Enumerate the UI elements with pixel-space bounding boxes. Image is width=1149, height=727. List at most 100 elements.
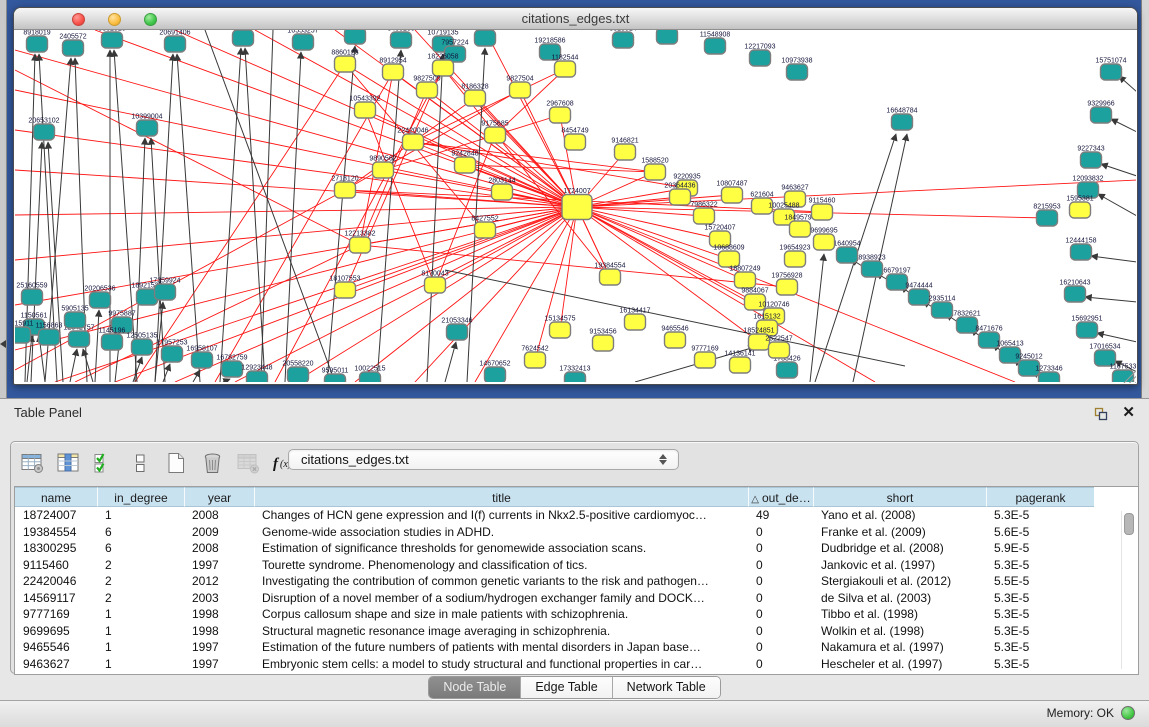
graph-node[interactable]: 19654923 [779,245,810,268]
graph-node[interactable]: 2522547 [765,336,792,359]
network-canvas[interactable]: 8918019240557298623202069140615272502105… [15,30,1136,382]
graph-node[interactable]: 9465546 [661,326,688,349]
graph-node[interactable]: 9595011 [322,368,349,383]
graph-node[interactable]: 9777169 [691,346,718,369]
graph-node[interactable]: 12217093 [744,44,775,67]
graph-node[interactable]: 9827509 [413,76,440,99]
splitter-arrow-icon[interactable] [0,340,6,348]
scrollbar-thumb[interactable] [1124,513,1134,535]
graph-node[interactable]: 12125492 [651,30,682,44]
graph-node[interactable]: 18107553 [329,276,360,299]
graph-node[interactable]: 10688609 [713,245,744,268]
row-selection-icon[interactable] [91,450,118,476]
graph-node[interactable]: 1273346 [1035,366,1062,383]
graph-node[interactable]: 5905135 [61,306,88,329]
close-panel-icon[interactable]: ✕ [1122,403,1135,421]
table-row[interactable]: 977716911998Corpus callosum shape and si… [15,606,1138,623]
graph-node[interactable]: 25160559 [16,283,47,306]
rows-icon[interactable] [127,450,154,476]
table-row[interactable]: 1830029562008Estimation of significance … [15,540,1138,557]
float-window-icon[interactable] [1093,406,1109,422]
graph-node[interactable]: 1145196 [99,328,126,351]
graph-node[interactable]: 17957253 [156,340,187,363]
table-row[interactable]: 1938455462009Genome-wide association stu… [15,524,1138,541]
network-frame-titlebar[interactable]: citations_edges.txt [14,8,1137,30]
graph-node[interactable]: 9827504 [506,76,533,99]
table-row[interactable]: 969969511998Structural magnetic resonanc… [15,623,1138,640]
graph-node[interactable]: 12444158 [1065,238,1096,261]
column-header-short[interactable]: short [813,487,986,507]
table-row[interactable]: 946362711997Embryonic stem cells: a mode… [15,656,1138,673]
column-header-title[interactable]: title [254,487,748,507]
graph-node[interactable]: 10543392 [349,96,380,119]
table-selector-dropdown[interactable]: citations_edges.txt [288,449,679,470]
network-graph[interactable]: 8918019240557298623202069140615272502105… [15,30,1136,382]
graph-node[interactable]: 18226058 [427,54,458,77]
graph-node[interactable]: 8215953 [1033,204,1060,227]
graph-node[interactable]: 19756928 [771,273,802,296]
column-header-year[interactable]: year [184,487,254,507]
graph-node[interactable]: 8427552 [471,216,498,239]
table-row[interactable]: 911546021997Tourette syndrome. Phenomeno… [15,557,1138,574]
graph-node[interactable]: 9175685 [481,121,508,144]
table-row[interactable]: 1456911722003Disruption of a novel membe… [15,590,1138,607]
graph-node[interactable]: 16134417 [619,308,650,331]
graph-node[interactable]: 14988805 [469,30,500,46]
graph-node[interactable]: 21053346 [441,318,472,341]
graph-node[interactable]: 8813014 [609,30,636,48]
tab-node-table[interactable]: Node Table [429,677,520,698]
create-column-icon[interactable] [163,450,190,476]
graph-node[interactable]: 9146821 [611,138,638,161]
graph-node[interactable]: 1724007 [562,188,592,220]
graph-node[interactable]: 20206536 [84,286,115,309]
graph-node[interactable]: 19384554 [594,263,625,286]
table-row[interactable]: 1872400712008Changes of HCN gene express… [15,507,1138,524]
graph-node[interactable]: 15751074 [1095,58,1126,81]
graph-node[interactable]: 15692951 [1071,316,1102,339]
graph-node[interactable]: 1733426 [773,356,800,379]
column-header-in_degree[interactable]: in_degree [97,487,184,507]
graph-node[interactable]: 12923448 [241,365,272,383]
vertical-scrollbar[interactable] [1121,511,1133,669]
graph-node[interactable]: 7624542 [521,346,548,369]
graph-node[interactable]: 16648784 [886,108,917,131]
graph-node[interactable]: 20653102 [28,118,59,141]
graph-node[interactable]: 8860123 [331,50,358,73]
graph-node[interactable]: 9242848 [451,151,478,174]
graph-node[interactable]: 8170043 [421,271,448,294]
graph-node[interactable]: 2803144 [488,178,515,201]
table-row[interactable]: 946554611997Estimation of the future num… [15,639,1138,656]
graph-node[interactable]: 15134575 [544,316,575,339]
graph-node[interactable]: 20558220 [282,361,313,383]
graph-node[interactable]: 9115460 [809,198,836,221]
graph-node[interactable]: 7986322 [690,202,717,225]
graph-node[interactable]: 22420046 [397,128,428,151]
graph-node[interactable]: 8938923 [858,255,885,278]
table-row[interactable]: 2242004622012Investigating the contribut… [15,573,1138,590]
graph-node[interactable]: 12213382 [344,231,375,254]
graph-node[interactable]: 8918019 [23,30,50,52]
graph-node[interactable]: 8912954 [379,58,406,81]
table-mode-icon[interactable] [19,450,46,476]
graph-node[interactable]: 8466160 [387,30,414,48]
graph-node[interactable]: 1527602 [341,30,368,44]
graph-node[interactable]: 16958107 [186,346,217,369]
graph-node[interactable]: 16210643 [1059,280,1090,303]
graph-node[interactable]: 14670652 [479,361,510,383]
delete-column-icon[interactable] [199,450,226,476]
graph-node[interactable]: 8454749 [561,128,588,151]
graph-node[interactable]: 10973938 [781,58,812,81]
column-header-pagerank[interactable]: pagerank [986,487,1094,507]
graph-node[interactable]: 1588520 [641,158,668,181]
graph-node[interactable]: 11548908 [700,32,731,55]
column-header-out_de[interactable]: △out_de… [748,487,813,507]
graph-node[interactable]: 20691406 [159,30,190,52]
graph-node[interactable]: 12505135 [126,333,157,356]
graph-node[interactable]: 10399004 [131,114,162,137]
graph-node[interactable]: 17332413 [559,366,590,383]
graph-node[interactable]: 9699695 [810,228,837,251]
graph-node[interactable]: 9329966 [1087,101,1114,124]
graph-node[interactable]: 15272502 [227,30,258,46]
graph-node[interactable]: 9890562 [369,156,396,179]
graph-node[interactable]: 2405572 [59,34,86,57]
